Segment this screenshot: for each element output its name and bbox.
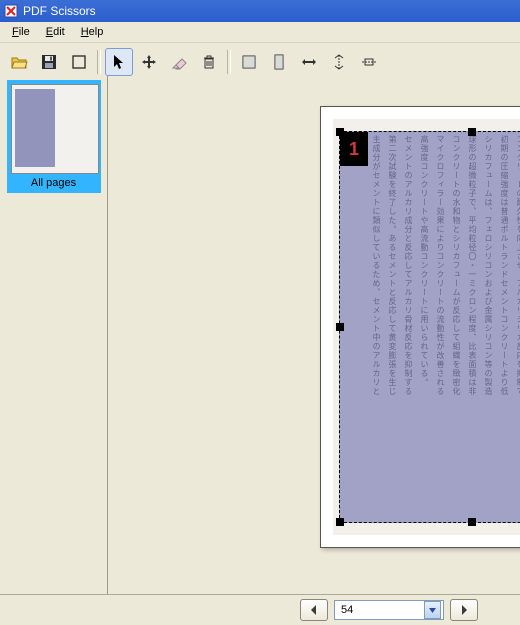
dropdown-icon[interactable] [424,601,441,619]
page-select[interactable]: 54 [334,600,444,620]
save-button[interactable] [35,48,63,76]
next-page-button[interactable] [450,599,478,621]
align-vertical-button[interactable] [325,48,353,76]
menu-bar: File Edit Help [0,22,520,43]
page-number-badge: 1 [340,132,368,166]
eraser-button[interactable] [165,48,193,76]
chevron-down-icon [429,608,436,613]
fit-width-button[interactable] [235,48,263,76]
toolbar-separator [227,50,231,74]
menu-file[interactable]: File [4,24,38,40]
prev-page-button[interactable] [300,599,328,621]
pointer-button[interactable] [105,48,133,76]
window-title: PDF Scissors [23,4,96,18]
open-button[interactable] [5,48,33,76]
handle-top-mid[interactable] [468,128,476,136]
handle-mid-left[interactable] [336,323,344,331]
chevron-left-icon [310,605,318,615]
page-current: 54 [341,604,353,616]
sidebar: All pages [0,76,108,595]
thumbnail-image [11,84,99,174]
title-bar: PDF Scissors [0,0,520,22]
move-button[interactable] [135,48,163,76]
menu-edit[interactable]: Edit [38,24,73,40]
handle-top-left[interactable] [336,128,344,136]
handle-bottom-left[interactable] [336,518,344,526]
fit-height-button[interactable] [265,48,293,76]
crop-selection[interactable]: 1 [339,131,520,523]
handle-bottom-mid[interactable] [468,518,476,526]
trash-button[interactable] [195,48,223,76]
app-icon [4,4,18,18]
align-horizontal-button[interactable] [355,48,383,76]
canvas[interactable]: 高炉スラグ微粉末は、溶鉱炉で鉄をつくる際に発生するスラグを 酸化アルミニウム一四… [108,76,520,595]
workspace: All pages 高炉スラグ微粉末は、溶鉱炉で鉄をつくる際に発生するスラグを … [0,76,520,595]
crop-rect-button[interactable] [65,48,93,76]
thumbnail-label: All pages [11,177,97,189]
toolbar-separator [97,50,101,74]
nav-bar: 54 [0,594,520,625]
thumbnail-all-pages[interactable]: All pages [7,80,101,193]
menu-help[interactable]: Help [73,24,112,40]
chevron-right-icon [460,605,468,615]
page-preview[interactable]: 高炉スラグ微粉末は、溶鉱炉で鉄をつくる際に発生するスラグを 酸化アルミニウム一四… [320,106,520,548]
resize-horizontal-button[interactable] [295,48,323,76]
